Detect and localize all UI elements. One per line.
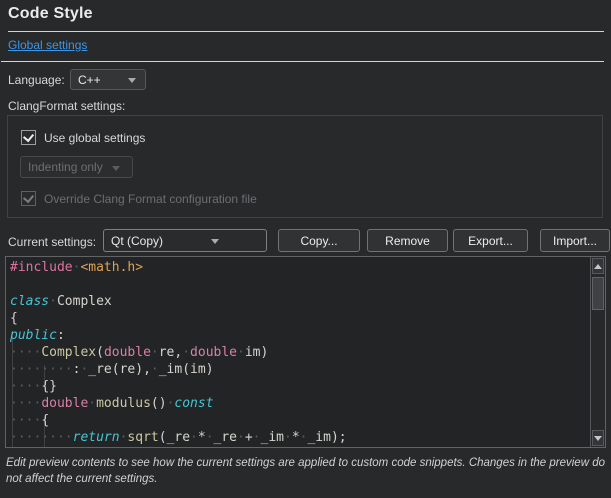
clangformat-section-label: ClangFormat settings:: [8, 99, 125, 113]
code-line: ····{: [10, 412, 589, 429]
checkmark-icon: [23, 192, 34, 203]
code-preview-editor[interactable]: #include·<math.h> class·Complex{public:·…: [5, 256, 606, 448]
code-line: ····{}: [10, 378, 589, 395]
use-global-settings-checkbox[interactable]: Use global settings: [21, 130, 145, 145]
current-settings-value: Qt (Copy): [111, 234, 163, 248]
page-title: Code Style: [8, 5, 93, 23]
checkbox-box[interactable]: [21, 130, 36, 145]
code-line: {: [10, 310, 589, 327]
clangformat-mode-value: Indenting only: [28, 160, 103, 174]
override-config-label: Override Clang Format configuration file: [44, 192, 257, 206]
language-label: Language:: [8, 73, 65, 87]
code-line: #include·<math.h>: [10, 259, 589, 276]
scrollbar-thumb[interactable]: [592, 277, 604, 310]
editor-scrollbar[interactable]: [590, 257, 605, 447]
copy-button[interactable]: Copy...: [278, 229, 360, 252]
scrollbar-down-button[interactable]: [592, 430, 604, 446]
code-line: [10, 276, 589, 293]
arrow-down-icon: [594, 436, 602, 441]
use-global-settings-label: Use global settings: [44, 131, 145, 145]
code-line: ····Complex(double·re,·double·im): [10, 344, 589, 361]
preview-hint-text: Edit preview contents to see how the cur…: [6, 456, 606, 487]
global-settings-link[interactable]: Global settings: [8, 38, 87, 52]
export-button[interactable]: Export...: [453, 229, 528, 252]
language-combobox[interactable]: C++: [70, 69, 146, 90]
link-separator: [1, 61, 604, 62]
code-line: ····double·modulus()·const: [10, 395, 589, 412]
chevron-down-icon: [112, 166, 120, 171]
override-config-checkbox: Override Clang Format configuration file: [21, 191, 257, 206]
code-style-settings-page: Code Style Global settings Language: C++…: [0, 0, 611, 498]
clangformat-mode-combobox: Indenting only: [20, 156, 133, 178]
chevron-down-icon: [128, 78, 136, 83]
language-combobox-value: C++: [78, 73, 101, 87]
code-line: class·Complex: [10, 293, 589, 310]
current-settings-label: Current settings:: [8, 235, 96, 249]
checkbox-box: [21, 191, 36, 206]
arrow-up-icon: [594, 264, 602, 269]
import-button[interactable]: Import...: [540, 229, 610, 252]
code-lines[interactable]: #include·<math.h> class·Complex{public:·…: [10, 259, 589, 447]
code-line: ········return·sqrt(_re·*·_re·+·_im·*·_i…: [10, 429, 589, 446]
chevron-down-icon: [211, 239, 219, 244]
title-separator: [8, 31, 604, 32]
code-line: public:: [10, 327, 589, 344]
code-line: ········:·_re(re),·_im(im): [10, 361, 589, 378]
scrollbar-up-button[interactable]: [592, 258, 604, 274]
current-settings-combobox[interactable]: Qt (Copy): [103, 229, 267, 252]
remove-button[interactable]: Remove: [367, 229, 448, 252]
checkmark-icon: [23, 131, 34, 142]
